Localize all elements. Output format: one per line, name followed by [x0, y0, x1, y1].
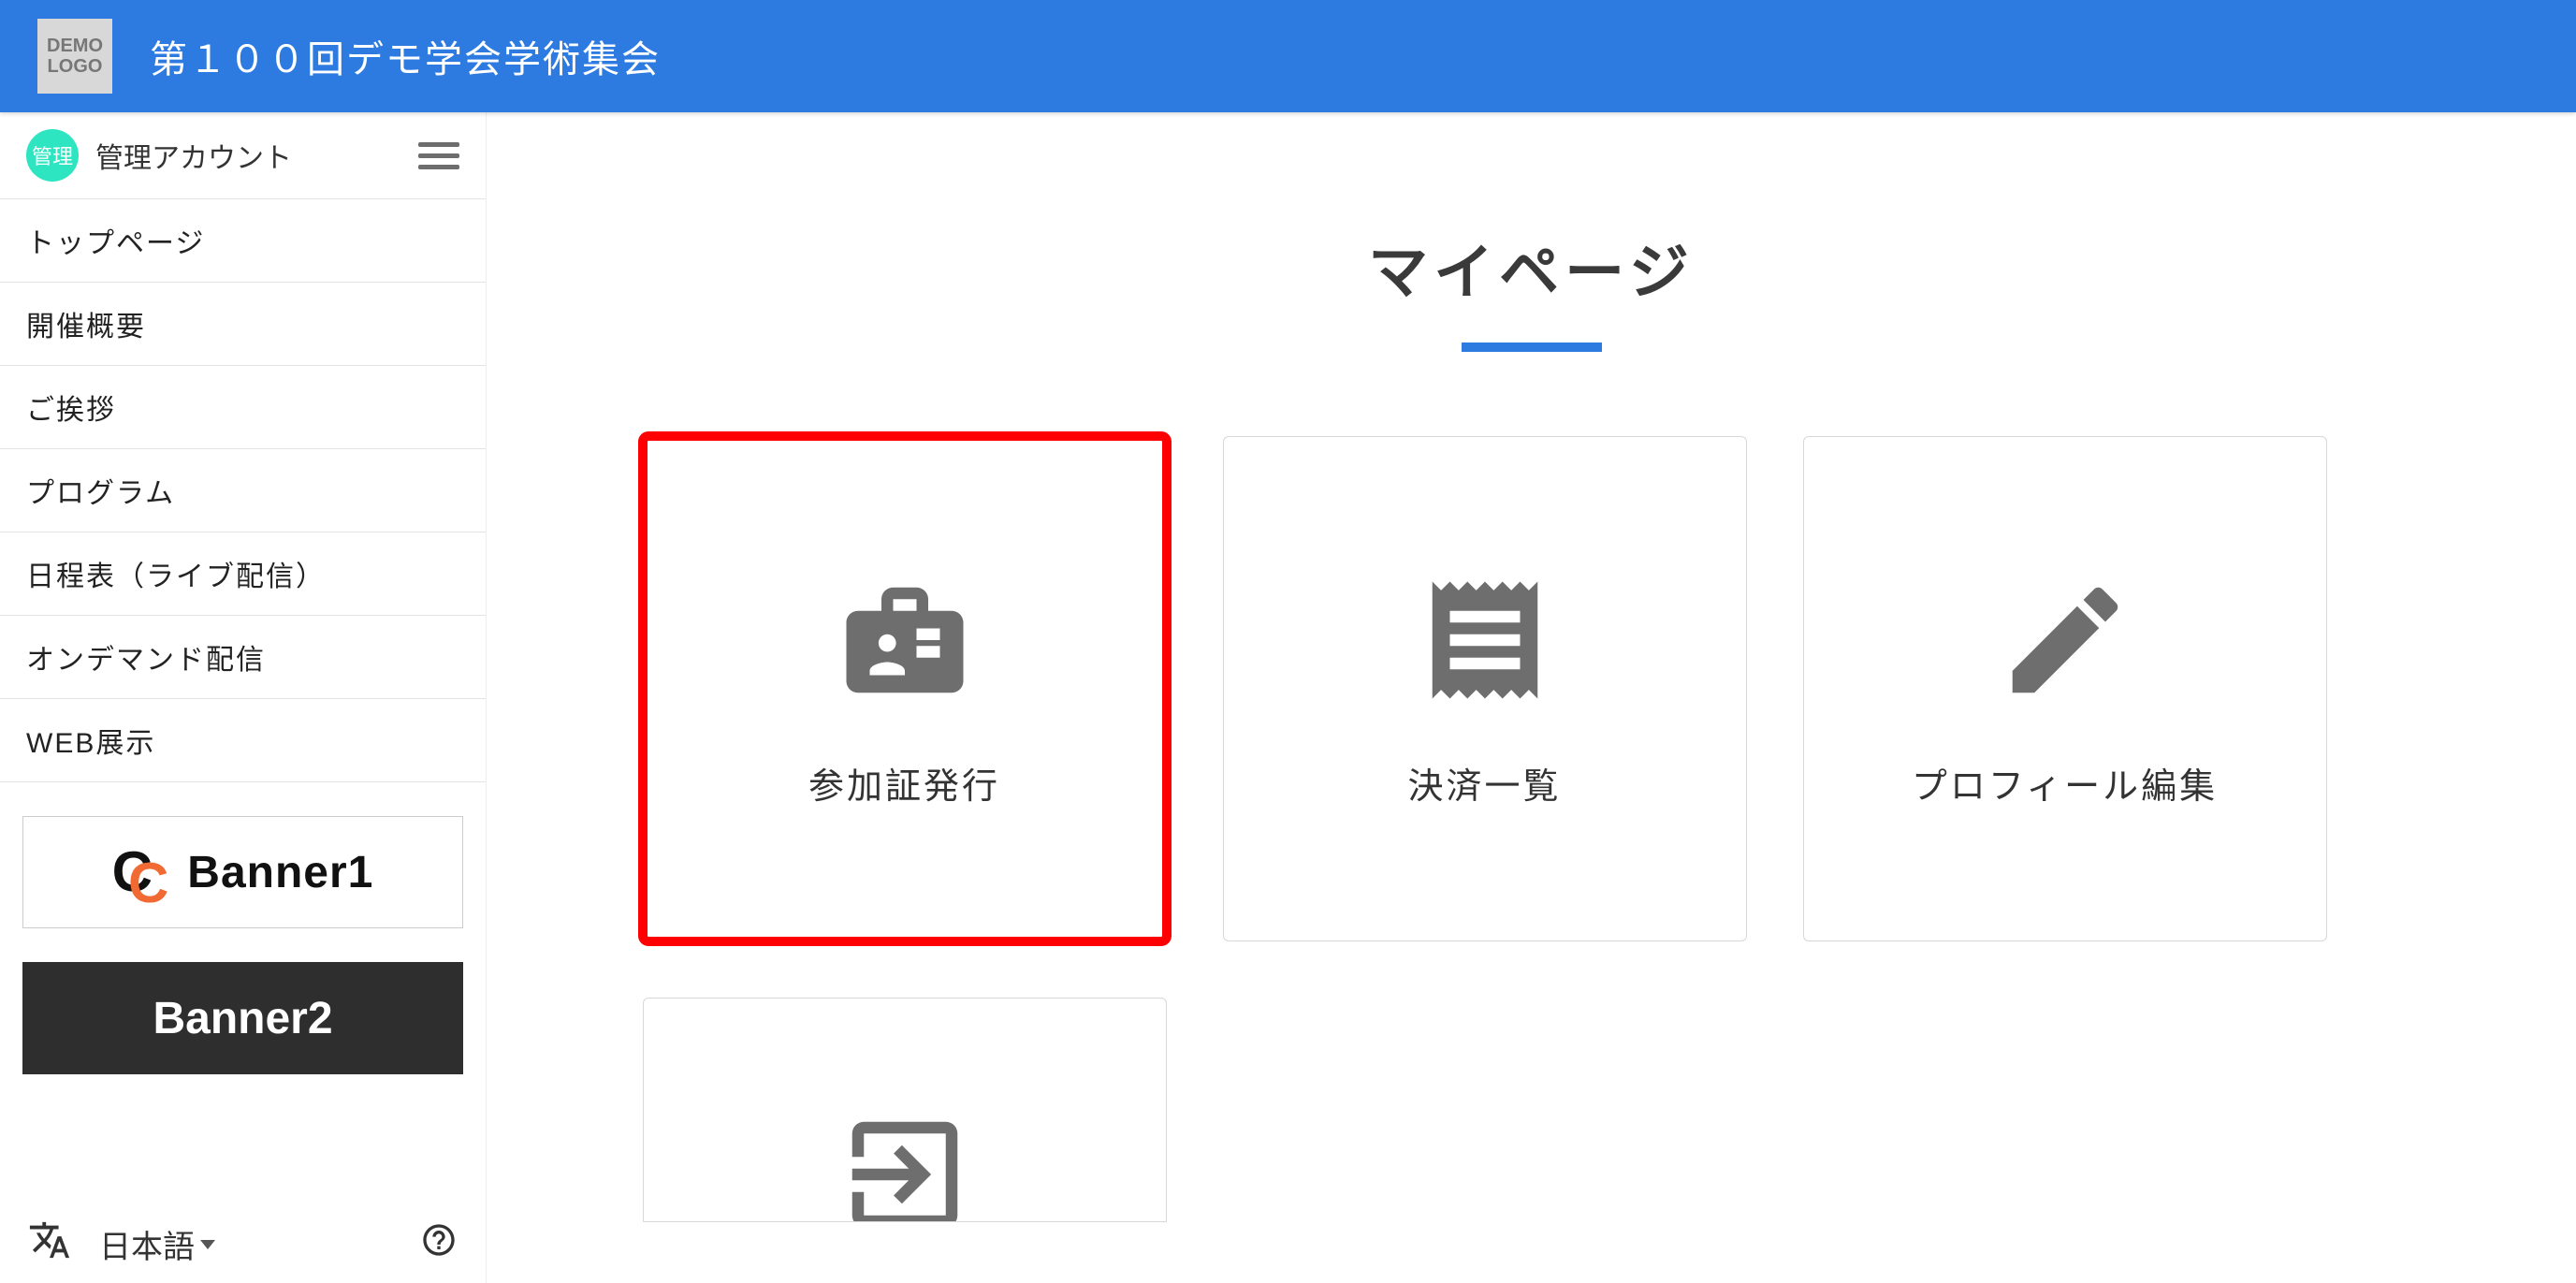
user-name: 管理アカウント [95, 135, 418, 176]
language-label: 日本語 [99, 1221, 195, 1267]
card-partial-next[interactable] [643, 998, 1167, 1222]
receipt-icon [1415, 570, 1555, 710]
help-icon[interactable] [420, 1221, 458, 1267]
logo-text-1: DEMO [47, 36, 103, 56]
menu-icon[interactable] [418, 142, 459, 169]
banner-2[interactable]: Banner2 [22, 962, 463, 1074]
id-badge-icon [835, 570, 975, 710]
main-content: マイページ 参加証発行 決済一覧 プ [487, 112, 2576, 1283]
card-label: プロフィール編集 [1912, 757, 2218, 809]
card-payments[interactable]: 決済一覧 [1223, 436, 1747, 941]
card-certificate[interactable]: 参加証発行 [643, 436, 1167, 941]
header-title: 第１００回デモ学会学術集会 [150, 29, 661, 83]
card-label: 決済一覧 [1407, 757, 1561, 809]
user-row: 管理 管理アカウント [0, 112, 486, 199]
app-header: DEMO LOGO 第１００回デモ学会学術集会 [0, 0, 2576, 112]
banner-area: CC Banner1 Banner2 [0, 782, 486, 1108]
banner-2-label: Banner2 [153, 993, 332, 1044]
sidebar-item-ondemand[interactable]: オンデマンド配信 [0, 616, 486, 699]
page-title-wrap: マイページ [561, 225, 2501, 352]
card-profile-edit[interactable]: プロフィール編集 [1803, 436, 2327, 941]
language-select[interactable]: 日本語 [99, 1221, 215, 1267]
page-title: マイページ [561, 225, 2501, 311]
banner-1[interactable]: CC Banner1 [22, 816, 463, 928]
sidebar-item-web-exhibit[interactable]: WEB展示 [0, 699, 486, 782]
card-grid: 参加証発行 決済一覧 プロフィール編集 [643, 436, 2421, 1222]
banner-1-label: Banner1 [187, 847, 373, 898]
avatar[interactable]: 管理 [26, 129, 79, 182]
sidebar-item-program[interactable]: プログラム [0, 449, 486, 532]
exit-to-app-icon [835, 1076, 975, 1221]
logo-text-2: LOGO [48, 56, 103, 77]
logo[interactable]: DEMO LOGO [37, 19, 112, 94]
sidebar-footer: 日本語 [0, 1202, 486, 1283]
sidebar-item-overview[interactable]: 開催概要 [0, 283, 486, 366]
sidebar-item-greeting[interactable]: ご挨拶 [0, 366, 486, 449]
title-underline [1462, 343, 1602, 352]
sidebar: 管理 管理アカウント トップページ 開催概要 ご挨拶 プログラム 日程表（ライブ… [0, 112, 487, 1283]
sidebar-item-top[interactable]: トップページ [0, 199, 486, 283]
banner-1-logo-icon: CC [112, 841, 169, 903]
chevron-down-icon [200, 1240, 215, 1249]
card-label: 参加証発行 [808, 757, 1000, 809]
pencil-icon [1995, 570, 2135, 710]
sidebar-item-schedule[interactable]: 日程表（ライブ配信） [0, 532, 486, 616]
translate-icon[interactable] [28, 1218, 71, 1270]
